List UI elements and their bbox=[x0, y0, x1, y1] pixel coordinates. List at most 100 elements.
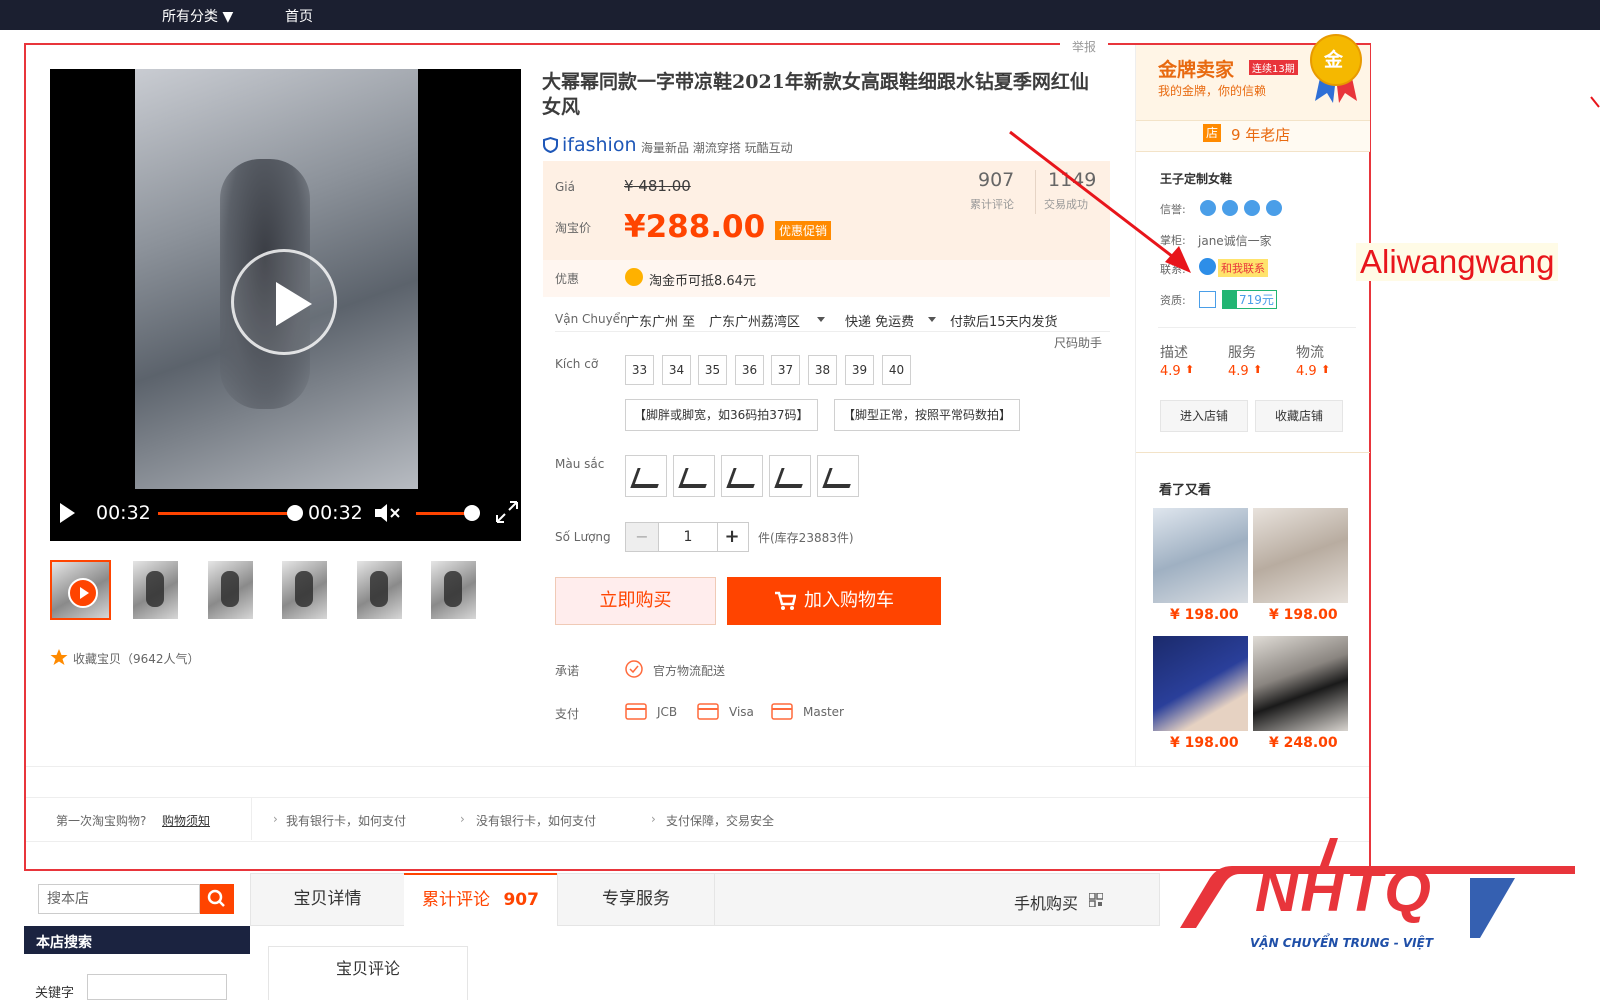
recommendation-image[interactable] bbox=[1153, 508, 1248, 603]
thumbnail-image[interactable] bbox=[357, 561, 402, 619]
id-card-icon bbox=[1199, 291, 1216, 308]
promise-label: 承诺 bbox=[555, 664, 580, 678]
tab-item-reviews[interactable]: 宝贝评论 bbox=[268, 946, 468, 1000]
recommendation-image[interactable] bbox=[1253, 508, 1348, 603]
help-link[interactable]: 支付保障，交易安全 bbox=[666, 812, 774, 829]
video-progress-handle[interactable] bbox=[287, 505, 303, 521]
taobao-coin-icon bbox=[625, 268, 643, 286]
stat-value: 4.9 bbox=[1228, 364, 1249, 379]
payment-method: JCB bbox=[657, 705, 678, 719]
divider bbox=[555, 331, 1110, 332]
play-small-icon[interactable] bbox=[58, 501, 76, 525]
thumbnail-image[interactable] bbox=[282, 561, 327, 619]
size-tip-option[interactable]: 【脚型正常，按照平常码数拍】 bbox=[834, 399, 1021, 431]
add-to-cart-label: 加入购物车 bbox=[804, 590, 894, 611]
fullscreen-icon[interactable] bbox=[494, 499, 520, 525]
aliwangwang-icon[interactable] bbox=[1199, 258, 1216, 275]
shipping-method-select[interactable]: 快递 免运费 bbox=[845, 311, 914, 330]
gold-seller-badge: 连续13期 bbox=[1249, 60, 1298, 75]
keyword-input[interactable] bbox=[87, 974, 227, 1000]
shop-search-input[interactable]: 搜本店 bbox=[38, 884, 200, 914]
favorite-item-link[interactable]: 收藏宝贝（9642人气） bbox=[73, 650, 200, 667]
size-tip-option[interactable]: 【脚胖或脚宽，如36码拍37码】 bbox=[625, 399, 818, 431]
volume-handle[interactable] bbox=[464, 505, 480, 521]
thumbnail-image[interactable] bbox=[133, 561, 178, 619]
up-arrow-icon: ⬆ bbox=[1321, 363, 1331, 376]
recommendation-price[interactable]: ¥ 198.00 bbox=[1170, 607, 1239, 623]
taobao-price: ¥288.00 bbox=[624, 209, 766, 245]
deposit-badge: 719元 bbox=[1222, 290, 1277, 309]
product-video-player[interactable]: 00:32 00:32 bbox=[50, 69, 521, 541]
recommendation-price[interactable]: ¥ 198.00 bbox=[1269, 607, 1338, 623]
quantity-label: Số Lượng bbox=[555, 530, 611, 544]
tab-item-details[interactable]: 宝贝详情 bbox=[251, 873, 405, 926]
size-option[interactable]: 36 bbox=[735, 355, 764, 385]
star-icon[interactable] bbox=[50, 648, 68, 666]
color-swatch[interactable] bbox=[721, 455, 763, 497]
video-progress-bar[interactable] bbox=[158, 512, 296, 515]
size-option[interactable]: 37 bbox=[771, 355, 800, 385]
size-option[interactable]: 40 bbox=[882, 355, 911, 385]
recommendation-price[interactable]: ¥ 248.00 bbox=[1269, 735, 1338, 751]
card-icon bbox=[697, 703, 719, 720]
size-helper-link[interactable]: 尺码助手 bbox=[1054, 334, 1102, 351]
help-link[interactable]: 没有银行卡，如何支付 bbox=[476, 812, 596, 829]
check-circle-icon bbox=[625, 660, 643, 678]
all-categories-menu[interactable]: 所有分类 ▼ bbox=[162, 6, 233, 26]
size-option[interactable]: 39 bbox=[845, 355, 874, 385]
quantity-decrease-button[interactable]: − bbox=[626, 523, 658, 551]
shipping-label: Vận Chuyển bbox=[555, 312, 628, 326]
qr-code-icon[interactable] bbox=[1089, 893, 1103, 907]
ifashion-brand[interactable]: ifashion bbox=[562, 134, 637, 156]
payment-label: 支付 bbox=[555, 707, 580, 721]
thumbnail-image[interactable] bbox=[208, 561, 253, 619]
chevron-down-icon[interactable] bbox=[817, 317, 825, 322]
recommendation-price[interactable]: ¥ 198.00 bbox=[1170, 735, 1239, 751]
shipping-destination-select[interactable]: 广东广州荔湾区 bbox=[709, 311, 800, 330]
home-link[interactable]: 首页 bbox=[285, 6, 313, 26]
thumbnail-image[interactable] bbox=[431, 561, 476, 619]
enter-shop-button[interactable]: 进入店铺 bbox=[1160, 400, 1248, 432]
video-current-time: 00:32 bbox=[96, 502, 151, 524]
size-option[interactable]: 34 bbox=[662, 355, 691, 385]
mobile-buy-link[interactable]: 手机购买 bbox=[1014, 890, 1078, 914]
chevron-right-icon: › bbox=[273, 812, 278, 826]
size-option[interactable]: 35 bbox=[698, 355, 727, 385]
gold-seller-title: 金牌卖家 bbox=[1158, 59, 1235, 81]
recommendation-image[interactable] bbox=[1253, 636, 1348, 731]
divider bbox=[1136, 452, 1370, 453]
tab-services[interactable]: 专享服务 bbox=[557, 873, 715, 926]
divider bbox=[26, 766, 1369, 767]
taobao-price-label: 淘宝价 bbox=[555, 221, 592, 235]
cart-icon bbox=[774, 591, 796, 611]
original-price: ¥ 481.00 bbox=[624, 177, 691, 195]
buy-guide-link[interactable]: 购物须知 bbox=[162, 812, 210, 829]
size-option[interactable]: 33 bbox=[625, 355, 654, 385]
stat-value: 4.9 bbox=[1160, 364, 1181, 379]
chevron-down-icon[interactable] bbox=[928, 317, 936, 322]
ifashion-logo-icon bbox=[542, 136, 559, 153]
color-swatch[interactable] bbox=[817, 455, 859, 497]
keeper-name[interactable]: jane诚信一家 bbox=[1198, 232, 1272, 249]
report-link[interactable]: 举报 bbox=[1060, 38, 1109, 55]
stock-text: 件(库存23883件) bbox=[758, 531, 854, 545]
mute-icon[interactable] bbox=[373, 501, 401, 525]
color-swatch[interactable] bbox=[673, 455, 715, 497]
contact-me-button[interactable]: 和我联系 bbox=[1218, 259, 1268, 277]
quantity-input[interactable]: 1 bbox=[658, 523, 718, 551]
size-option[interactable]: 38 bbox=[808, 355, 837, 385]
help-link[interactable]: 我有银行卡，如何支付 bbox=[286, 812, 406, 829]
quantity-increase-button[interactable]: + bbox=[716, 523, 748, 551]
buy-now-button[interactable]: 立即购买 bbox=[555, 577, 716, 625]
tab-reviews[interactable]: 累计评论 907 bbox=[404, 873, 557, 926]
recommendation-image[interactable] bbox=[1153, 636, 1248, 731]
color-swatch[interactable] bbox=[625, 455, 667, 497]
card-icon bbox=[771, 703, 793, 720]
search-button[interactable] bbox=[200, 884, 234, 914]
add-to-cart-button[interactable]: 加入购物车 bbox=[727, 577, 941, 625]
watermark-tagline: VẬN CHUYỂN TRUNG - VIỆT bbox=[1250, 936, 1434, 950]
thumbnail-video[interactable] bbox=[50, 560, 111, 620]
favorite-shop-button[interactable]: 收藏店铺 bbox=[1255, 400, 1343, 432]
play-icon[interactable] bbox=[231, 249, 337, 355]
color-swatch[interactable] bbox=[769, 455, 811, 497]
